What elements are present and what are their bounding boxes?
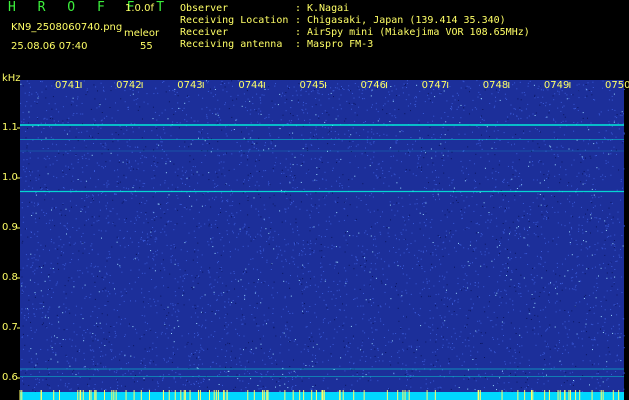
y-tick-label: 1.1 <box>2 122 18 133</box>
time-tick-label: 0747 <box>421 80 448 91</box>
y-tick-label: 1.0 <box>2 172 18 183</box>
time-tick-label: 0748 <box>482 80 509 91</box>
time-tick-label: 0749 <box>543 80 570 91</box>
y-unit-label: kHz <box>2 73 21 84</box>
time-tick-label: 0744 <box>238 80 264 91</box>
y-tick-label: 0.8 <box>2 272 18 283</box>
y-tick-label: 0.7 <box>2 322 18 333</box>
time-tick-label: 0743 <box>177 80 203 91</box>
time-tick-label: 0741 <box>55 80 81 91</box>
time-tick-label: 0750 <box>605 80 629 91</box>
time-tick-label: 0746 <box>360 80 386 91</box>
spectrogram-background <box>20 80 624 392</box>
y-tick-label: 0.9 <box>2 222 18 233</box>
y-tick-label: 0.6 <box>2 372 18 383</box>
time-tick-label: 0742 <box>116 80 142 91</box>
time-tick-label: 0745 <box>299 80 325 91</box>
spectrogram-plot <box>17 80 625 400</box>
